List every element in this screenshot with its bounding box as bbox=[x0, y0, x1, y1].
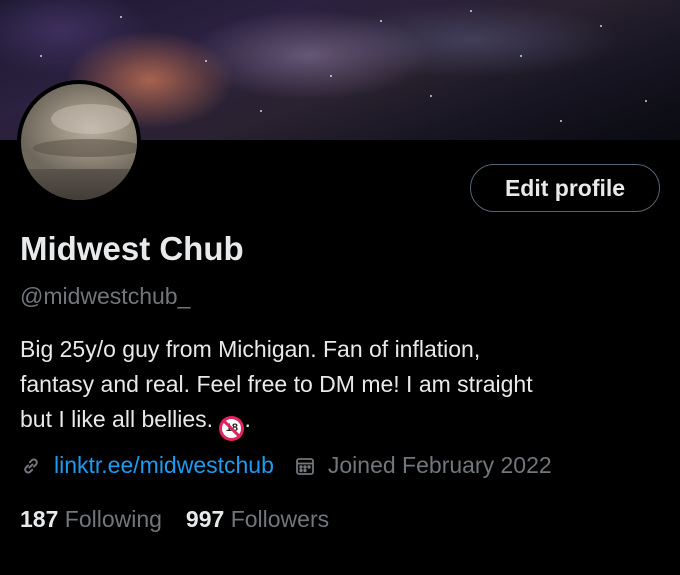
display-name: Midwest Chub bbox=[20, 230, 244, 267]
profile-bio: Big 25y/o guy from Michigan. Fan of infl… bbox=[20, 332, 660, 441]
no-under-18-icon: 18 bbox=[219, 416, 245, 441]
edit-profile-button[interactable]: Edit profile bbox=[470, 164, 660, 212]
profile-meta: linktr.ee/midwestchub Joined February 20… bbox=[20, 452, 552, 479]
bio-line-3-text: but I like all bellies. bbox=[20, 406, 214, 432]
username-handle: @midwestchub_ bbox=[20, 283, 191, 309]
following-link[interactable]: 187 Following bbox=[20, 506, 162, 532]
profile-website-link[interactable]: linktr.ee/midwestchub bbox=[54, 452, 274, 479]
followers-count: 997 bbox=[185, 506, 225, 532]
bio-line-1: Big 25y/o guy from Michigan. Fan of infl… bbox=[20, 336, 481, 362]
calendar-icon bbox=[294, 455, 316, 477]
following-count: 187 bbox=[20, 506, 59, 532]
followers-label: Followers bbox=[230, 506, 330, 532]
following-label: Following bbox=[64, 506, 162, 532]
followers-link[interactable]: 997 Followers bbox=[186, 506, 329, 532]
bio-end: . bbox=[244, 406, 251, 432]
bio-line-2: fantasy and real. Feel free to DM me! I … bbox=[20, 371, 533, 397]
follow-stats: 187 Following 997 Followers bbox=[20, 506, 329, 533]
avatar[interactable] bbox=[17, 80, 141, 204]
link-icon bbox=[20, 455, 42, 477]
bio-line-3: but I like all bellies. 18. bbox=[20, 402, 660, 441]
joined-date: Joined February 2022 bbox=[327, 452, 552, 478]
